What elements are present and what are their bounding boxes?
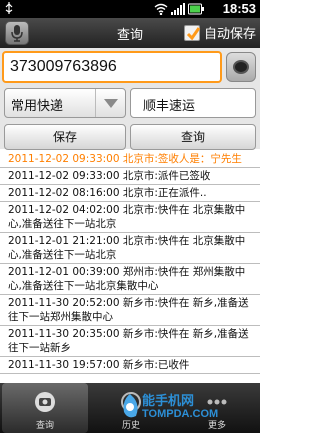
auto-save-checkbox[interactable]: [183, 24, 201, 41]
list-item[interactable]: 2011-12-02 09:33:00 北京市:派件已签收: [0, 168, 260, 185]
list-item[interactable]: 2011-12-02 04:02:00 北京市:快件在 北京集散中心,准备送往下…: [0, 202, 260, 233]
list-item[interactable]: 2011-12-01 21:21:00 北京市:快件在 北京集散中心,准备送往下…: [0, 233, 260, 264]
list-item[interactable]: 2011-11-30 20:52:00 新乡市:快件在 新乡,准备送往下一站郑州…: [0, 295, 260, 326]
tab-query[interactable]: 查询: [2, 383, 88, 433]
courier-type-value: 常用快递: [11, 99, 64, 114]
watermark-cn: 能手机网: [142, 394, 195, 409]
checkmark-icon: [186, 26, 201, 40]
list-item[interactable]: 2011-11-30 20:35:00 新乡市:快件在 新乡,准备送往下一站新乡: [0, 326, 260, 357]
list-item[interactable]: 2011-12-02 08:16:00 北京市:正在派件..: [0, 185, 260, 202]
list-item[interactable]: 2011-11-30 19:57:00 新乡市:已收件: [0, 357, 260, 374]
tab-query-label: 查询: [35, 421, 54, 431]
status-bar: 18:53: [0, 0, 260, 18]
query-form: 373009763896 常用快递 顺丰速运 保存 查询: [0, 48, 260, 150]
auto-save-label: 自动保存: [203, 27, 256, 42]
list-item[interactable]: 2011-12-02 09:33:00 北京市:签收人是：宁先生: [0, 151, 260, 168]
list-item[interactable]: 2011-12-01 00:39:00 郑州市:快件在 郑州集散中心,准备送往下…: [0, 264, 260, 295]
chevron-down-icon: [104, 99, 118, 108]
title-bar: 查询 自动保存: [0, 18, 260, 48]
query-button[interactable]: 查询: [130, 124, 256, 150]
courier-company-field[interactable]: 顺丰速运: [130, 88, 256, 118]
scan-button[interactable]: [226, 52, 256, 82]
battery-icon: [188, 3, 204, 15]
clock: 18:53: [222, 1, 256, 16]
search-icon: [35, 392, 55, 412]
tracking-number-value: 373009763896: [10, 58, 117, 75]
save-button[interactable]: 保存: [4, 124, 126, 150]
usb-icon: [5, 2, 13, 14]
watermark-logo-icon: [123, 394, 138, 418]
tracking-history-list[interactable]: 2011-12-02 09:33:00 北京市:签收人是：宁先生 2011-12-…: [0, 151, 260, 383]
tracking-number-input[interactable]: 373009763896: [2, 51, 222, 83]
auto-save-toggle[interactable]: 自动保存: [183, 23, 256, 42]
courier-company-value: 顺丰速运: [143, 99, 196, 114]
watermark-en: TOMPDA.COM: [142, 408, 219, 420]
signal-icon: [171, 3, 185, 15]
courier-type-select[interactable]: 常用快递: [4, 88, 126, 118]
wifi-icon: [154, 3, 168, 15]
watermark: 能手机网 TOMPDA.COM: [120, 386, 260, 430]
camera-lens-icon: [233, 60, 249, 74]
